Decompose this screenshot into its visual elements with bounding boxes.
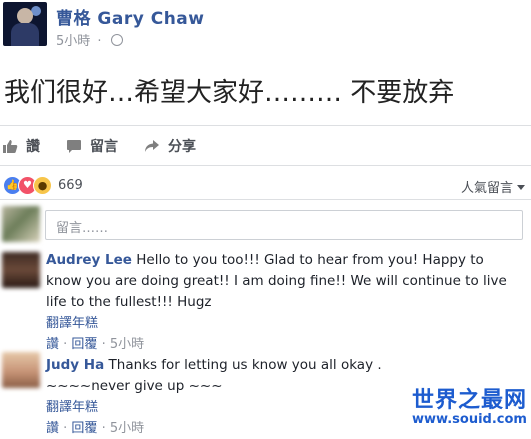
sort-label: 人氣留言 xyxy=(460,181,513,196)
watermark-title: 世界之最网 xyxy=(411,388,527,413)
reactions-summary[interactable]: 👍 ♥ ● 669 xyxy=(3,176,83,195)
comment-time[interactable]: 5小時 xyxy=(110,337,144,352)
comment-reply-link[interactable]: 回覆 xyxy=(71,421,97,436)
comment-label: 留言 xyxy=(90,139,118,155)
comment-text: Thanks for letting us know you all okay … xyxy=(108,357,382,373)
comment-like-link[interactable]: 讚 xyxy=(46,337,59,352)
watermark: 世界之最网 www.souid.com xyxy=(412,382,527,427)
watermark-url: www.souid.com xyxy=(412,412,527,427)
page-avatar[interactable] xyxy=(3,2,47,46)
post-time[interactable]: 5小時 xyxy=(56,34,90,49)
comment-button[interactable]: 留言 xyxy=(66,136,118,156)
share-arrow-icon xyxy=(145,140,159,152)
comment-item: Audrey Lee Hello to you too!!! Glad to h… xyxy=(46,250,516,355)
wow-reaction-icon: ● xyxy=(33,176,52,195)
comment-input[interactable]: 留言…… xyxy=(45,210,523,240)
comment-author[interactable]: Audrey Lee xyxy=(46,252,132,268)
translate-link[interactable]: 翻譯年糕 xyxy=(46,313,516,334)
post-text: 我们很好…希望大家好……… 不要放弃 xyxy=(4,78,455,108)
current-user-avatar xyxy=(2,206,40,242)
divider xyxy=(0,125,531,126)
divider xyxy=(0,199,531,200)
comment-author[interactable]: Judy Ha xyxy=(46,357,104,373)
post-actions: 讚 留言 分享 xyxy=(0,136,222,156)
share-label: 分享 xyxy=(168,139,196,155)
page-name-link[interactable]: 曹格 Gary Chaw xyxy=(56,4,204,29)
comment-meta: 讚 · 回覆 · 5小時 xyxy=(46,337,145,352)
post-meta: 5小時 · xyxy=(56,30,123,49)
share-button[interactable]: 分享 xyxy=(144,136,196,156)
comment-icon xyxy=(67,140,81,153)
commenter-avatar[interactable] xyxy=(2,252,40,288)
globe-icon xyxy=(110,34,123,46)
like-label: 讚 xyxy=(26,139,40,155)
divider xyxy=(0,165,531,166)
comment-sort-dropdown[interactable]: 人氣留言 xyxy=(461,177,525,196)
reaction-count: 669 xyxy=(58,178,83,193)
comment-like-link[interactable]: 讚 xyxy=(46,421,59,436)
thumbs-up-icon xyxy=(3,140,18,153)
commenter-avatar[interactable] xyxy=(2,352,40,388)
comment-reply-link[interactable]: 回覆 xyxy=(71,337,97,352)
caret-down-icon xyxy=(517,185,525,190)
comment-time[interactable]: 5小時 xyxy=(110,421,144,436)
like-button[interactable]: 讚 xyxy=(2,136,40,156)
